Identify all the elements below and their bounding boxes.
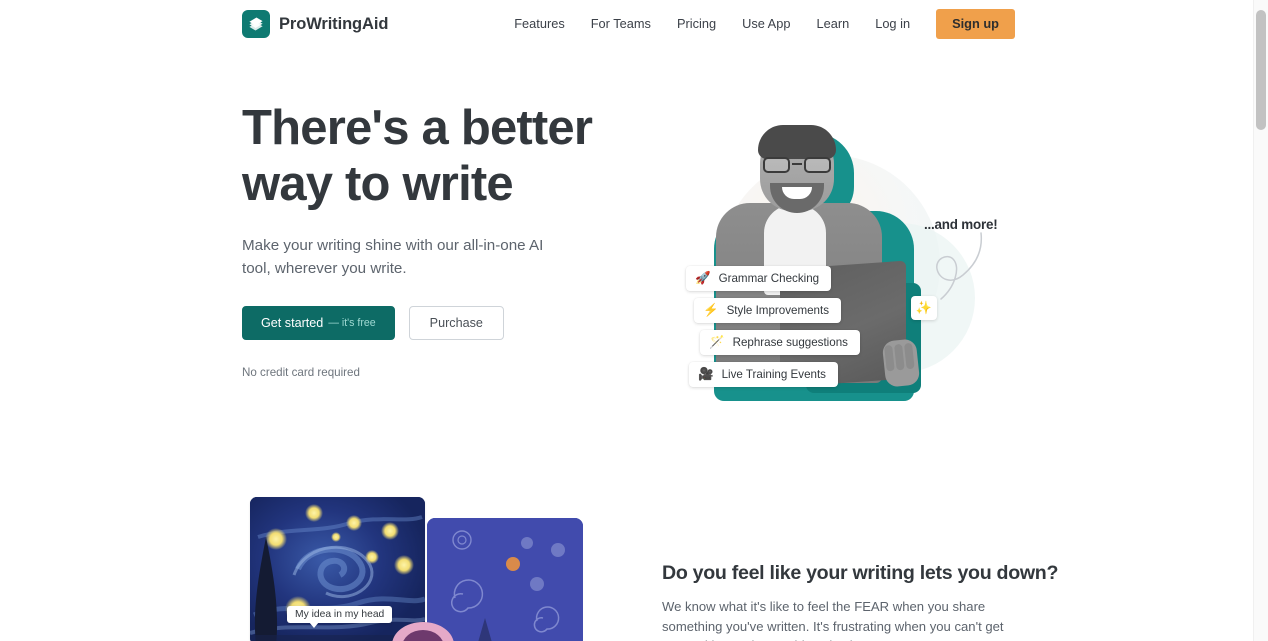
- finger: [903, 342, 915, 370]
- sign-up-button[interactable]: Sign up: [936, 9, 1015, 39]
- flat-painting-panel: [427, 518, 583, 641]
- finger: [884, 344, 895, 372]
- scrollbar-thumb[interactable]: [1256, 10, 1266, 130]
- person-hand: [881, 338, 921, 388]
- feature-pill-label: Grammar Checking: [718, 272, 820, 285]
- glasses-lens-left: [763, 157, 790, 173]
- site-header: ProWritingAid Features For Teams Pricing…: [0, 0, 1253, 48]
- feature-pill-grammar-checking: 🚀 Grammar Checking: [686, 266, 832, 291]
- nav-item-log-in[interactable]: Log in: [862, 8, 923, 40]
- nav-item-pricing[interactable]: Pricing: [664, 8, 729, 40]
- main-navigation: Features For Teams Pricing Use App Learn…: [501, 8, 1015, 40]
- hero-title-line-1: There's a better: [242, 101, 593, 155]
- rocket-icon: 🚀: [695, 271, 711, 286]
- and-more-annotation: ...and more!: [924, 217, 998, 232]
- hero-title: There's a better way to write: [242, 100, 642, 212]
- hero-copy: There's a better way to write Make your …: [242, 100, 642, 379]
- nav-item-use-app[interactable]: Use App: [729, 8, 803, 40]
- person-hair: [758, 125, 836, 159]
- lightning-icon: ⚡: [703, 303, 719, 318]
- brand-logo[interactable]: ProWritingAid: [242, 10, 388, 38]
- nav-item-learn[interactable]: Learn: [803, 8, 862, 40]
- feature-pill-rephrase-suggestions: 🪄 Rephrase suggestions: [700, 330, 860, 355]
- hero-title-line-2: way to write: [242, 157, 514, 211]
- feature-pill-list: 🚀 Grammar Checking ⚡ Style Improvements …: [686, 266, 860, 387]
- feature-pill-style-improvements: ⚡ Style Improvements: [694, 298, 842, 323]
- illustration-panels: My idea in my head: [242, 492, 642, 641]
- no-credit-card-note: No credit card required: [242, 366, 360, 379]
- hero-section: There's a better way to write Make your …: [0, 48, 1253, 478]
- idea-in-my-head-label: My idea in my head: [287, 606, 393, 628]
- get-started-free-tag: — it's free: [328, 317, 376, 329]
- section-two-body: We know what it's like to feel the FEAR …: [662, 599, 1004, 641]
- purchase-button[interactable]: Purchase: [408, 306, 504, 340]
- section-two-title: Do you feel like your writing lets you d…: [662, 562, 1059, 584]
- writing-lets-you-down-section: My idea in my head Do you feel like your…: [0, 478, 1253, 641]
- hero-illustration: 🚀 Grammar Checking ⚡ Style Improvements …: [660, 103, 1020, 443]
- feature-pill-label: Live Training Events: [721, 368, 826, 381]
- finger: [894, 343, 905, 371]
- feature-pill-live-training-events: 🎥 Live Training Events: [689, 362, 838, 387]
- pink-blob-inner: [402, 630, 444, 641]
- page-scrollbar[interactable]: [1253, 0, 1268, 641]
- stacked-pages-icon: [242, 10, 270, 38]
- page-root: ProWritingAid Features For Teams Pricing…: [0, 0, 1268, 641]
- glasses-bridge: [792, 163, 802, 166]
- section-two-copy: Do you feel like your writing lets you d…: [662, 562, 1059, 641]
- flat-painting-art: [427, 518, 583, 641]
- nav-item-features[interactable]: Features: [501, 8, 578, 40]
- feature-pill-label: Style Improvements: [726, 304, 830, 317]
- video-camera-icon: 🎥: [698, 367, 714, 382]
- hero-subtitle: Make your writing shine with our all-in-…: [242, 237, 544, 277]
- hero-actions: Get started — it's free Purchase: [242, 306, 642, 340]
- get-started-button[interactable]: Get started — it's free: [242, 306, 395, 340]
- glasses-icon: [762, 157, 832, 173]
- nav-item-for-teams[interactable]: For Teams: [578, 8, 664, 40]
- sparkle-icon: ✨: [911, 296, 937, 320]
- feature-pill-label: Rephrase suggestions: [732, 336, 848, 349]
- brand-name: ProWritingAid: [279, 14, 389, 33]
- glasses-lens-right: [804, 157, 831, 173]
- magic-wand-icon: 🪄: [709, 335, 725, 350]
- get-started-label: Get started: [261, 316, 324, 330]
- page-viewport: ProWritingAid Features For Teams Pricing…: [0, 0, 1253, 641]
